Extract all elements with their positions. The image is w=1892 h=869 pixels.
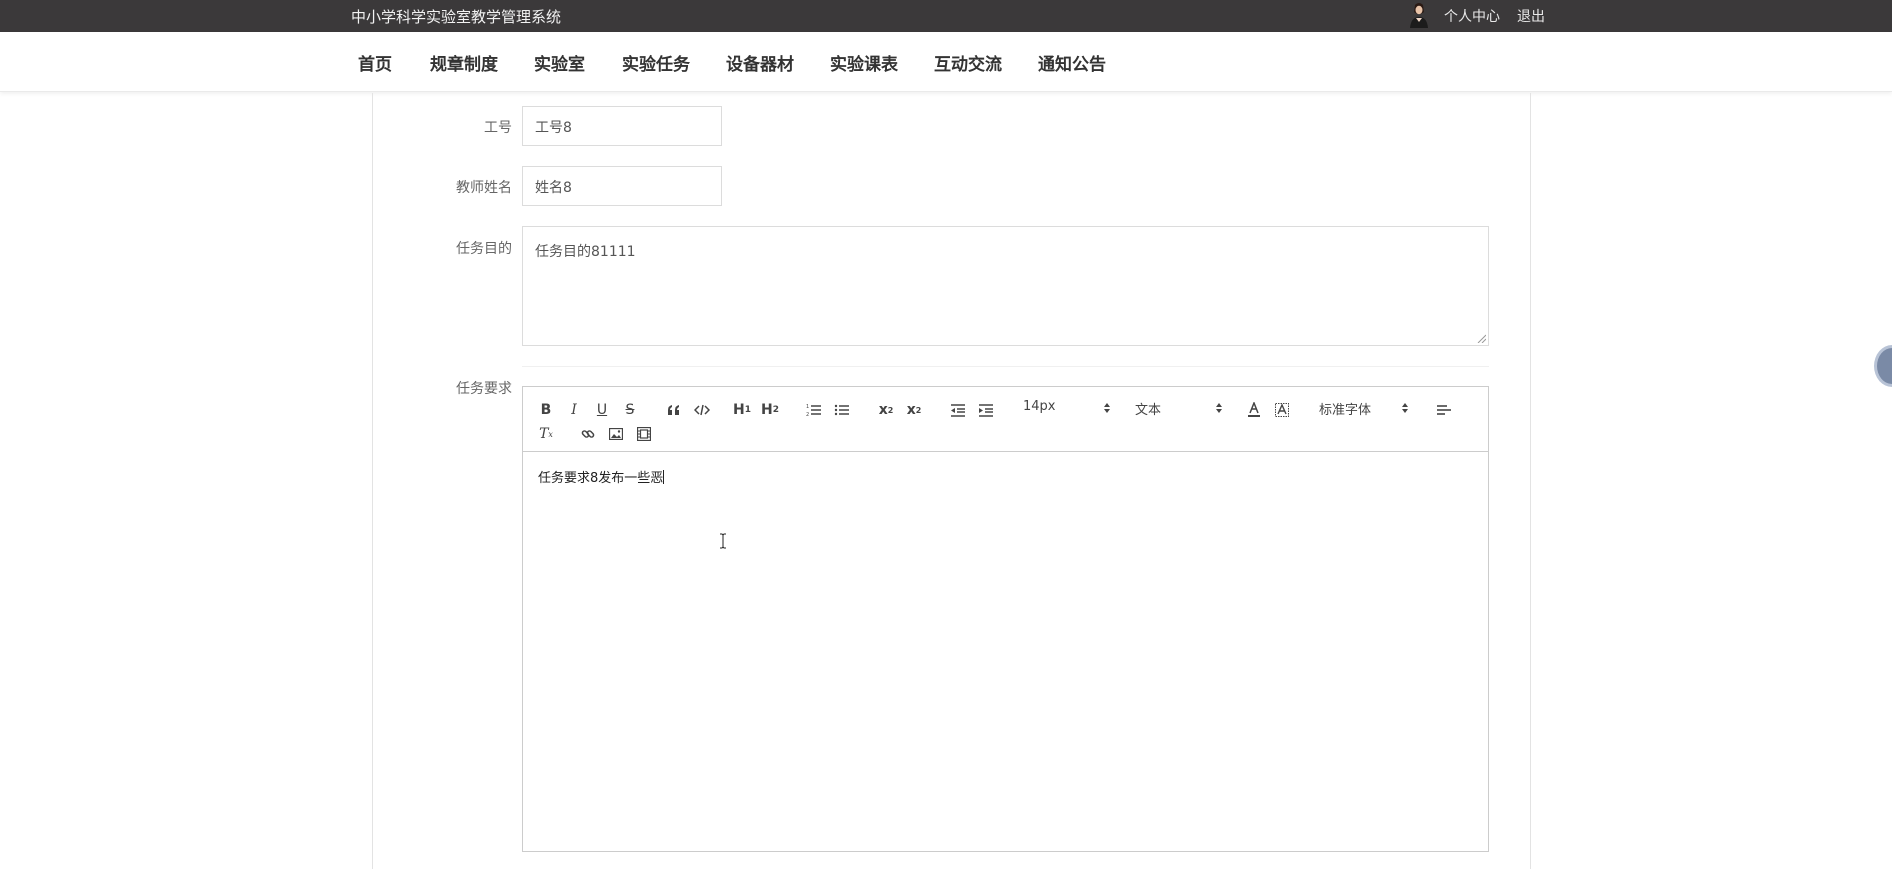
svg-text:2: 2 bbox=[806, 412, 809, 417]
link-icon[interactable] bbox=[577, 423, 599, 445]
image-icon[interactable] bbox=[605, 423, 627, 445]
font-size-select[interactable]: 14px bbox=[1023, 399, 1111, 421]
panel-border-left bbox=[372, 93, 373, 869]
block-format-select[interactable]: 文本 bbox=[1135, 399, 1223, 421]
task-purpose-textarea[interactable]: 任务目的81111 bbox=[522, 226, 1489, 346]
svg-text:1: 1 bbox=[806, 404, 809, 410]
rich-text-editor: B I U S H1 H2 12 x2 x2 14px 文本 标准字体 T x … bbox=[522, 386, 1489, 852]
task-purpose-label: 任务目的 bbox=[456, 241, 512, 257]
teacher-name-label: 教师姓名 bbox=[456, 180, 512, 196]
nav-item-lab-tasks[interactable]: 实验任务 bbox=[622, 50, 690, 75]
subscript-icon[interactable]: x2 bbox=[875, 399, 897, 421]
avatar[interactable] bbox=[1408, 2, 1430, 28]
select-caret-icon bbox=[1104, 403, 1110, 413]
editor-content[interactable]: 任务要求8发布一些恶 bbox=[523, 453, 1488, 851]
code-block-icon[interactable] bbox=[691, 399, 713, 421]
underline-icon[interactable]: U bbox=[591, 399, 613, 421]
select-caret-icon bbox=[1402, 403, 1408, 413]
text-color-icon[interactable] bbox=[1243, 399, 1265, 421]
strikethrough-icon[interactable]: S bbox=[619, 399, 641, 421]
align-left-icon[interactable] bbox=[1433, 399, 1455, 421]
bullet-list-icon[interactable] bbox=[831, 399, 853, 421]
heading-2-icon[interactable]: H2 bbox=[759, 399, 781, 421]
outdent-icon[interactable] bbox=[947, 399, 969, 421]
blockquote-icon[interactable] bbox=[663, 399, 685, 421]
nav-item-forum[interactable]: 互动交流 bbox=[934, 50, 1002, 75]
video-icon[interactable] bbox=[633, 423, 655, 445]
editor-toolbar: B I U S H1 H2 12 x2 x2 14px 文本 标准字体 T x bbox=[523, 387, 1488, 452]
font-family-value: 标准字体 bbox=[1319, 403, 1372, 418]
task-requirement-label: 任务要求 bbox=[456, 381, 512, 397]
superscript-icon[interactable]: x2 bbox=[903, 399, 925, 421]
nav-item-home[interactable]: 首页 bbox=[358, 50, 392, 75]
main-nav: 首页 规章制度 实验室 实验任务 设备器材 实验课表 互动交流 通知公告 bbox=[0, 32, 1892, 92]
background-color-icon[interactable] bbox=[1271, 399, 1293, 421]
nav-item-regulations[interactable]: 规章制度 bbox=[430, 50, 498, 75]
select-caret-icon bbox=[1216, 403, 1222, 413]
nav-item-schedule[interactable]: 实验课表 bbox=[830, 50, 898, 75]
indent-icon[interactable] bbox=[975, 399, 997, 421]
font-size-value: 14px bbox=[1023, 399, 1056, 414]
job-no-label: 工号 bbox=[484, 120, 512, 136]
resize-handle-icon[interactable] bbox=[1476, 333, 1486, 343]
floating-side-button[interactable] bbox=[1874, 345, 1892, 387]
job-no-input[interactable]: 工号8 bbox=[522, 106, 722, 146]
logout-link[interactable]: 退出 bbox=[1517, 6, 1545, 26]
editor-text: 任务要求8发布一些恶 bbox=[538, 471, 664, 486]
text-caret bbox=[663, 470, 665, 484]
bold-icon[interactable]: B bbox=[535, 399, 557, 421]
nav-item-notices[interactable]: 通知公告 bbox=[1038, 50, 1106, 75]
italic-icon[interactable]: I bbox=[563, 399, 585, 421]
editor-top-strip bbox=[522, 366, 1489, 386]
clear-format-icon[interactable]: Tx bbox=[535, 423, 557, 445]
site-title: 中小学科学实验室教学管理系统 bbox=[351, 8, 562, 26]
nav-item-equipment[interactable]: 设备器材 bbox=[726, 50, 794, 75]
top-bar: 中小学科学实验室教学管理系统 个人中心 退出 bbox=[0, 0, 1892, 32]
teacher-name-input[interactable]: 姓名8 bbox=[522, 166, 722, 206]
heading-1-icon[interactable]: H1 bbox=[731, 399, 753, 421]
task-purpose-text: 任务目的81111 bbox=[535, 244, 636, 260]
ordered-list-icon[interactable]: 12 bbox=[803, 399, 825, 421]
profile-link[interactable]: 个人中心 bbox=[1444, 6, 1500, 26]
ibeam-cursor-icon bbox=[720, 533, 726, 549]
nav-item-labs[interactable]: 实验室 bbox=[534, 50, 585, 75]
block-format-value: 文本 bbox=[1135, 403, 1162, 418]
font-family-select[interactable]: 标准字体 bbox=[1319, 399, 1409, 421]
panel-border-right bbox=[1530, 93, 1531, 869]
